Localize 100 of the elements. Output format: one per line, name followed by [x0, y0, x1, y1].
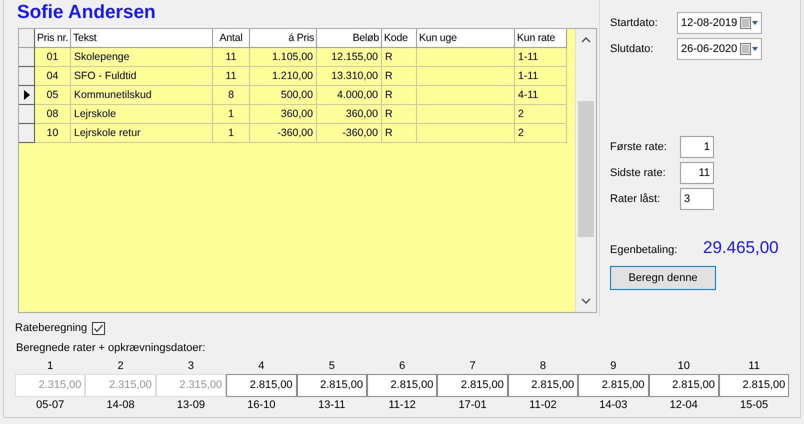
rate-amount-field[interactable]: 2.815,00: [648, 374, 719, 397]
table-cell: R: [382, 48, 417, 67]
table-cell: Kommunetilskud: [71, 86, 213, 105]
table-cell: 13.310,00: [317, 67, 382, 86]
table-cell: 04: [35, 67, 71, 86]
rate-number: 7: [469, 359, 476, 374]
table-cell: R: [382, 67, 417, 86]
table-cell: 1-11: [515, 67, 567, 86]
column-header[interactable]: á Pris: [250, 29, 317, 48]
table-cell: 4.000,00: [317, 86, 382, 105]
date-picker[interactable]: 12-08-2019: [677, 12, 762, 34]
scroll-down-icon[interactable]: [581, 298, 591, 304]
scrollbar[interactable]: [575, 29, 596, 312]
column-header[interactable]: Kode: [382, 29, 417, 48]
row-selector[interactable]: [19, 105, 35, 124]
column-header[interactable]: Pris nr.: [35, 29, 71, 48]
table-cell: 1: [213, 124, 250, 143]
egenbetaling-amount: 29.465,00: [703, 238, 779, 258]
rateberegning-label: Rateberegning: [15, 322, 88, 334]
column-header[interactable]: Antal: [213, 29, 250, 48]
rate-label: Første rate:: [610, 141, 668, 153]
student-name: Sofie Andersen: [16, 1, 157, 25]
date-picker[interactable]: 26-06-2020: [677, 38, 762, 60]
rate-amount-field[interactable]: 2.815,00: [578, 374, 649, 397]
calendar-dropdown-icon[interactable]: [740, 17, 758, 29]
calendar-dropdown-icon[interactable]: [740, 43, 758, 55]
rate-amount-field[interactable]: 2.815,00: [226, 374, 297, 397]
table-cell: -360,00: [317, 124, 382, 143]
rate-amount-field[interactable]: 2.815,00: [508, 374, 578, 397]
table-cell: 1: [213, 105, 250, 124]
table-cell: 360,00: [317, 105, 382, 124]
rate-date: 17-01: [458, 398, 487, 413]
column-header[interactable]: Beløb: [317, 29, 382, 48]
rate-number: 1: [47, 359, 54, 374]
table-cell: 01: [35, 48, 71, 67]
grid-corner: [19, 29, 35, 48]
rate-amount-field[interactable]: 2.815,00: [296, 374, 367, 397]
table-cell: 360,00: [250, 105, 317, 124]
table-cell: R: [382, 86, 417, 105]
column-header[interactable]: Kun uge: [417, 29, 515, 48]
egenbetaling-label: Egenbetaling:: [610, 244, 678, 256]
scroll-up-icon[interactable]: [581, 37, 591, 43]
rate-number: 11: [748, 359, 760, 374]
table-cell: 10: [35, 124, 71, 143]
table-cell: Skolepenge: [71, 48, 213, 67]
table-cell: 2: [515, 124, 567, 143]
rate-date: 11-02: [529, 398, 557, 413]
table-cell: SFO - Fuldtid: [71, 67, 213, 86]
column-header[interactable]: Tekst: [71, 29, 213, 48]
table-cell: R: [382, 105, 417, 124]
table-cell: -360,00: [250, 124, 317, 143]
rate-date: 13-11: [318, 398, 346, 413]
table-cell: Lejrskole: [71, 105, 213, 124]
table-cell: 11: [213, 67, 250, 86]
row-selector[interactable]: [19, 48, 35, 67]
rate-input[interactable]: 3: [680, 188, 714, 210]
current-row-icon: [24, 90, 30, 100]
table-cell: 1-11: [515, 48, 567, 67]
table-cell: 500,00: [250, 86, 317, 105]
rate-number: 10: [678, 359, 690, 374]
rate-number: 9: [610, 359, 616, 374]
rate-input[interactable]: 1: [680, 136, 714, 158]
rate-amount-field[interactable]: 2.815,00: [437, 374, 508, 397]
rate-number: 5: [328, 359, 335, 374]
table-cell: 4-11: [515, 86, 567, 105]
rate-date: 11-12: [388, 398, 416, 413]
rate-number: 2: [118, 359, 124, 374]
scroll-thumb[interactable]: [578, 101, 594, 237]
table-cell: 2: [515, 105, 567, 124]
table-cell: 8: [213, 86, 250, 105]
table-cell: R: [382, 124, 417, 143]
table-cell: 1.210,00: [250, 67, 317, 86]
row-selector[interactable]: [19, 124, 35, 143]
rate-date: 14-03: [599, 398, 628, 413]
row-selector[interactable]: [19, 86, 35, 105]
table-cell: 08: [35, 105, 71, 124]
row-selector[interactable]: [19, 67, 35, 86]
rate-number: 8: [540, 359, 546, 374]
table-cell: 12.155,00: [317, 48, 382, 67]
checkbox[interactable]: [92, 322, 106, 334]
rate-date: 16-10: [247, 398, 276, 413]
rate-label: Sidste rate:: [610, 167, 667, 179]
column-header[interactable]: Kun rate: [515, 29, 567, 48]
rate-label: Rater låst:: [610, 193, 662, 205]
date-label: Slutdato:: [610, 43, 654, 55]
rate-date: 13-09: [176, 398, 206, 413]
rates-label: Beregnede rater + opkrævningsdatoer:: [15, 341, 206, 356]
rate-date: 05-07: [36, 398, 64, 413]
rate-date: 12-04: [670, 398, 698, 413]
rate-date: 15-05: [740, 398, 768, 413]
table-cell: Lejrskole retur: [71, 124, 213, 143]
date-label: Startdato:: [610, 17, 659, 29]
table-cell: 05: [35, 86, 71, 105]
rate-input[interactable]: 11: [680, 162, 714, 184]
rate-amount-field[interactable]: 2.815,00: [718, 374, 790, 397]
rate-date: 14-08: [106, 398, 135, 413]
rate-amount-field[interactable]: 2.815,00: [366, 374, 438, 397]
calculate-button[interactable]: Beregn denne: [610, 266, 716, 290]
table-cell: 1.105,00: [250, 48, 317, 67]
rate-number: 4: [258, 359, 264, 374]
